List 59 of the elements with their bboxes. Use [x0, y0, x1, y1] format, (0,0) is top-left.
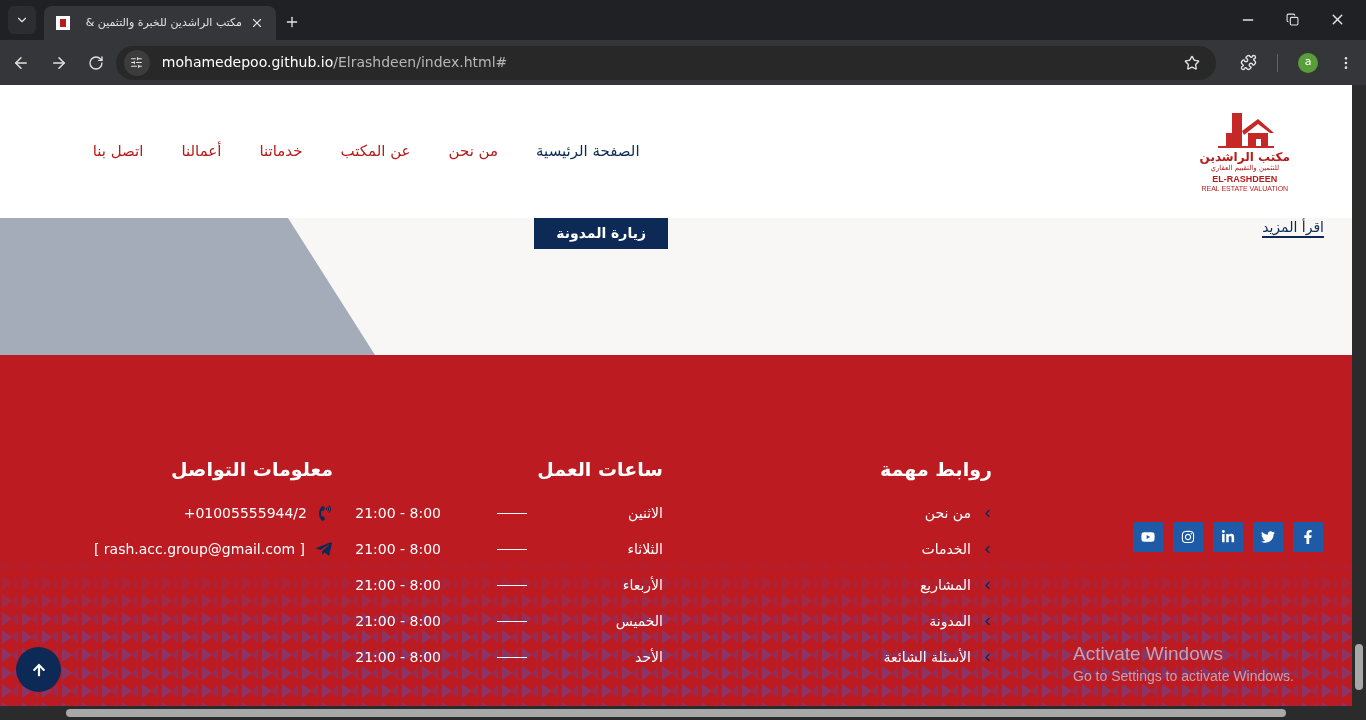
footer-link[interactable]: من نحن [924, 502, 971, 524]
day-label: الأحد [634, 647, 663, 667]
hours-time: 8:00 - 21:00 [355, 503, 441, 523]
vertical-scrollbar[interactable] [1352, 85, 1366, 720]
horizontal-scrollbar[interactable] [0, 706, 1352, 720]
chevron-icon [983, 616, 992, 626]
contact-heading: معلومات التواصل [170, 457, 333, 483]
links-heading: روابط مهمة [879, 457, 992, 483]
arrow-up-icon [31, 662, 46, 677]
footer-link[interactable]: الخدمات [921, 538, 971, 560]
nav-link[interactable]: خدماتنا [259, 140, 303, 163]
chevron-icon [983, 652, 992, 662]
blog-button[interactable]: زيارة المدونة [534, 218, 669, 249]
site-settings-icon[interactable] [123, 49, 150, 76]
email-address: [ rash.acc.group@gmail.com ] [93, 539, 305, 559]
new-tab-icon[interactable] [284, 14, 300, 30]
day-label: الأربعاء [621, 575, 663, 596]
hours-time: 8:00 - 21:00 [355, 539, 441, 559]
nav-link[interactable]: أعمالنا [181, 140, 222, 163]
url-text: mohamedepoo.github.io/Elrashdeen/index.html# [161, 53, 509, 72]
hours-time: 8:00 - 21:00 [355, 575, 441, 595]
hours-time: 8:00 - 21:00 [355, 611, 441, 631]
chevron-icon [983, 580, 992, 590]
hours-time: 8:00 - 21:00 [355, 647, 441, 667]
paper-plane-icon [315, 540, 333, 558]
logo-title: مكتب الراشدين [1199, 151, 1290, 163]
close-icon[interactable] [250, 16, 264, 30]
day-label: الخميس [614, 611, 663, 632]
phone-icon [317, 505, 333, 521]
nav-link[interactable]: من نحن [448, 140, 499, 163]
instagram-icon[interactable] [1173, 522, 1203, 552]
activation-title: Activate Windows [1073, 642, 1224, 666]
chevron-icon [983, 508, 992, 518]
youtube-icon[interactable] [1133, 522, 1163, 552]
hours-heading: ساعات العمل [536, 457, 663, 482]
tab-title: مكتب الراشدين للخبرة والتثمين & [84, 14, 242, 31]
extensions-icon[interactable] [1240, 54, 1258, 71]
browser-tab[interactable]: مكتب الراشدين للخبرة والتثمين & [44, 6, 276, 40]
reload-icon[interactable] [87, 54, 104, 71]
footer-link[interactable]: المدونة [929, 610, 971, 632]
nav-link[interactable]: الصفحة الرئيسية [536, 140, 640, 163]
footer-link[interactable]: المشاريع [919, 574, 971, 596]
linkedin-icon[interactable] [1213, 522, 1243, 552]
nav-link[interactable]: اتصل بنا [92, 140, 144, 163]
footer-link[interactable]: الأسئلة الشائعة [883, 646, 971, 668]
day-label: الثلاثاء [626, 539, 663, 559]
day-label: الاثنين [627, 503, 663, 524]
restore-icon[interactable] [1286, 13, 1299, 26]
address-bar[interactable]: mohamedepoo.github.io/Elrashdeen/index.html# [115, 45, 1217, 80]
facebook-icon[interactable] [1293, 522, 1323, 552]
logo-name: EL-RASHDEEN [1212, 175, 1278, 184]
phone-number: +01005555944/2 [183, 503, 307, 523]
read-more-link[interactable]: اقرأ المزيد [1262, 218, 1324, 238]
activation-text: Go to Settings to activate Windows. [1073, 667, 1294, 686]
nav-link[interactable]: عن المكتب [340, 140, 411, 163]
chevron-icon [983, 544, 992, 554]
twitter-icon[interactable] [1253, 522, 1283, 552]
favicon-icon [56, 16, 70, 30]
bookmark-star-icon[interactable] [1184, 54, 1201, 71]
